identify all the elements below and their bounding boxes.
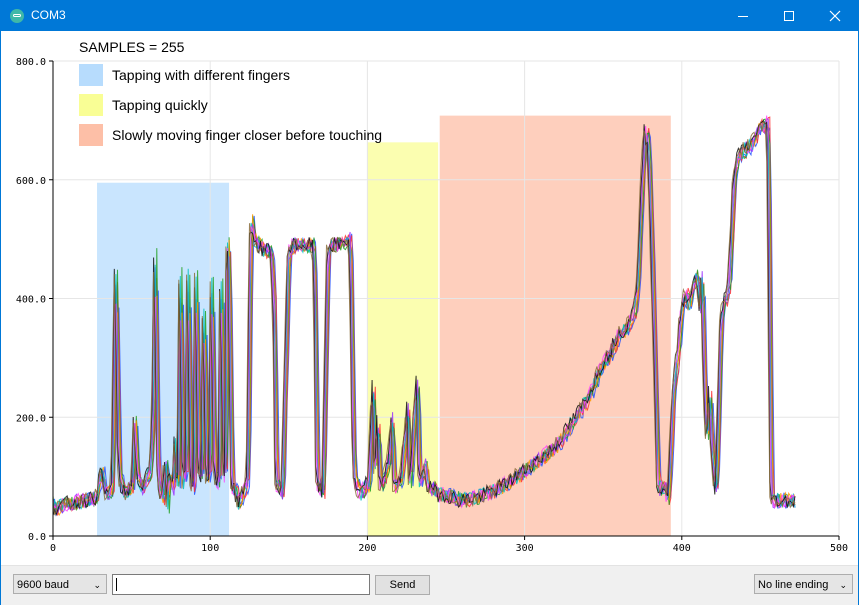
x-tick-label: 300	[516, 543, 534, 554]
minimize-button[interactable]	[720, 1, 766, 31]
legend-label-2: Tapping quickly	[112, 97, 208, 113]
y-tick-label: 0.0	[28, 532, 46, 543]
x-tick-label: 400	[673, 543, 691, 554]
baud-rate-select[interactable]: 9600 baud ⌄	[13, 574, 107, 594]
arduino-icon	[10, 9, 24, 23]
x-tick-label: 200	[358, 543, 376, 554]
x-tick-label: 500	[830, 543, 848, 554]
x-tick-label: 100	[201, 543, 219, 554]
legend-swatch-1	[79, 64, 103, 86]
y-tick-label: 200.0	[16, 413, 46, 424]
y-tick-label: 800.0	[16, 57, 46, 68]
highlight-band-3	[439, 115, 671, 536]
title-bar[interactable]: COM3	[1, 1, 858, 31]
legend-swatch-2	[79, 94, 103, 116]
bottom-toolbar: 9600 baud ⌄ Send No line ending ⌄	[1, 565, 858, 605]
maximize-icon	[784, 11, 794, 21]
close-button[interactable]	[812, 1, 858, 31]
minimize-icon	[738, 16, 748, 17]
chevron-down-icon: ⌄	[93, 580, 101, 590]
line-ending-value: No line ending	[758, 579, 829, 591]
legend-label-1: Tapping with different fingers	[112, 67, 290, 83]
x-tick-label: 0	[50, 543, 56, 554]
samples-count-label: SAMPLES = 255	[79, 39, 185, 55]
message-input[interactable]	[112, 574, 370, 595]
legend-label-3: Slowly moving finger closer before touch…	[112, 127, 382, 143]
line-ending-select[interactable]: No line ending ⌄	[754, 574, 853, 594]
close-icon	[829, 10, 841, 22]
chevron-down-icon: ⌄	[839, 580, 847, 590]
y-tick-label: 600.0	[16, 176, 46, 187]
plot-area: 0 100 200 300 400 500 0.0 200.0 400.0 600.0 800.0 …	[1, 31, 858, 565]
legend-swatch-3	[79, 124, 103, 146]
baud-rate-value: 9600 baud	[17, 579, 69, 591]
maximize-button[interactable]	[766, 1, 812, 31]
serial-plot-chart: 0 100 200 300 400 5000.0200.0400.0600.0800.0 …	[16, 39, 848, 554]
text-caret	[116, 578, 117, 591]
serial-plotter-window: COM3 0 100 200 300 400 500 0.0 200.0 400.0 600.0 8…	[0, 0, 859, 605]
y-tick-label: 400.0	[16, 295, 46, 306]
window-title: COM3	[31, 8, 66, 22]
send-button[interactable]: Send	[375, 575, 430, 595]
